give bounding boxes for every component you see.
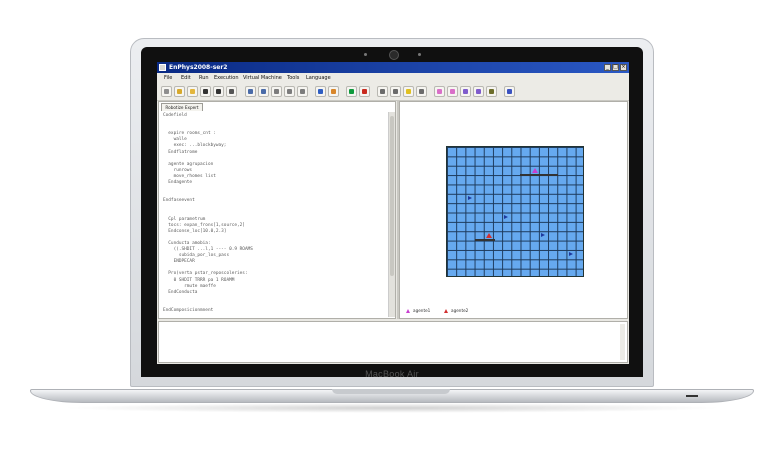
- undo-button[interactable]: [245, 86, 256, 97]
- menu-virtual-machine[interactable]: Virtual Machine: [243, 73, 282, 83]
- console-scrollbar[interactable]: [620, 324, 625, 360]
- book-icon: [507, 89, 512, 94]
- paste-icon: [287, 89, 292, 94]
- person-icon: [489, 89, 494, 94]
- menu-file[interactable]: File: [164, 73, 172, 83]
- arrow-right-button[interactable]: [434, 86, 445, 97]
- person-button[interactable]: [486, 86, 497, 97]
- search-icon: [419, 89, 424, 94]
- camera: [389, 50, 399, 60]
- window-title: EnPhys2008-ser2: [169, 64, 228, 71]
- robot-marker-icon[interactable]: [568, 252, 573, 257]
- toolbar: [157, 83, 629, 101]
- stop-icon: [362, 89, 367, 94]
- app-icon: [159, 64, 166, 71]
- side-port: [686, 395, 698, 397]
- save-all-button[interactable]: [213, 86, 224, 97]
- editor-scrollbar[interactable]: [388, 112, 395, 317]
- title-bar: EnPhys2008-ser2 _ □ ×: [157, 62, 629, 73]
- undo-icon: [248, 89, 253, 94]
- inspect-icon: [393, 89, 398, 94]
- save-button[interactable]: [200, 86, 211, 97]
- robot-marker-icon[interactable]: [467, 195, 472, 200]
- minimize-button[interactable]: _: [604, 64, 611, 71]
- simulation-grid[interactable]: [446, 146, 584, 277]
- print-icon: [229, 89, 234, 94]
- agent-1-marker-icon: [406, 309, 410, 313]
- application-window: EnPhys2008-ser2 _ □ × File Edit Run Exec…: [157, 62, 629, 364]
- save-all-icon: [216, 89, 221, 94]
- pen-button[interactable]: [473, 86, 484, 97]
- compile-icon: [331, 89, 336, 94]
- run-icon: [318, 89, 323, 94]
- arrow-left-icon: [450, 89, 455, 94]
- code-text[interactable]: Codefield expire rooms_cnt : walle exec:…: [163, 113, 385, 345]
- close-button[interactable]: ×: [620, 64, 627, 71]
- agent-button[interactable]: [460, 86, 471, 97]
- new-file-icon: [164, 89, 169, 94]
- bulb-button[interactable]: [403, 86, 414, 97]
- arrow-right-icon: [437, 89, 442, 94]
- legend-label: agente2: [451, 308, 469, 313]
- agent-1-marker-icon[interactable]: [531, 167, 538, 173]
- menu-tools[interactable]: Tools: [287, 73, 299, 83]
- scrollbar-thumb[interactable]: [390, 116, 394, 276]
- start-button[interactable]: [346, 86, 357, 97]
- copy-icon: [274, 89, 279, 94]
- menu-run[interactable]: Run: [199, 73, 209, 83]
- compile-button[interactable]: [328, 86, 339, 97]
- ambient-sensor: [364, 53, 367, 56]
- book-button[interactable]: [504, 86, 515, 97]
- agent-2-marker-icon[interactable]: [485, 233, 492, 239]
- stop-button[interactable]: [359, 86, 370, 97]
- cut-icon: [300, 89, 305, 94]
- laptop-brand-label: MacBook Air: [365, 369, 419, 379]
- open-folder-button[interactable]: [174, 86, 185, 97]
- search-button[interactable]: [416, 86, 427, 97]
- cut-button[interactable]: [297, 86, 308, 97]
- pen-icon: [476, 89, 481, 94]
- run-button[interactable]: [315, 86, 326, 97]
- copy-button[interactable]: [271, 86, 282, 97]
- bulb-icon: [406, 89, 411, 94]
- menu-language[interactable]: Language: [306, 73, 331, 83]
- wall-segment: [520, 174, 558, 176]
- draw-button[interactable]: [377, 86, 388, 97]
- lid-notch: [332, 389, 450, 394]
- menu-bar: File Edit Run Execution Virtual Machine …: [157, 73, 629, 83]
- laptop-shadow: [60, 403, 724, 413]
- agent-2-marker-icon: [444, 309, 448, 313]
- print-button[interactable]: [226, 86, 237, 97]
- robot-marker-icon[interactable]: [541, 233, 546, 238]
- microphone: [418, 53, 421, 56]
- redo-button[interactable]: [258, 86, 269, 97]
- output-console[interactable]: [158, 321, 628, 363]
- menu-edit[interactable]: Edit: [181, 73, 191, 83]
- robot-marker-icon[interactable]: [504, 214, 509, 219]
- wall-segment: [475, 239, 495, 241]
- legend-label: agente1: [413, 308, 431, 313]
- start-icon: [349, 89, 354, 94]
- folder-button[interactable]: [187, 86, 198, 97]
- arrow-left-button[interactable]: [447, 86, 458, 97]
- open-folder-icon: [177, 89, 182, 94]
- paste-button[interactable]: [284, 86, 295, 97]
- draw-icon: [380, 89, 385, 94]
- maximize-button[interactable]: □: [612, 64, 619, 71]
- agent-icon: [463, 89, 468, 94]
- menu-execution[interactable]: Execution: [214, 73, 239, 83]
- save-icon: [203, 89, 208, 94]
- editor-tab[interactable]: Robotize Expert: [161, 103, 203, 111]
- simulation-pane: agente1 agente2: [399, 101, 628, 319]
- redo-icon: [261, 89, 266, 94]
- inspect-button[interactable]: [390, 86, 401, 97]
- new-file-button[interactable]: [161, 86, 172, 97]
- legend-agente2: agente2: [444, 308, 468, 313]
- folder-icon: [190, 89, 195, 94]
- code-editor-pane: Robotize Expert Codefield expire rooms_c…: [158, 101, 396, 343]
- legend-agente1: agente1: [406, 308, 430, 313]
